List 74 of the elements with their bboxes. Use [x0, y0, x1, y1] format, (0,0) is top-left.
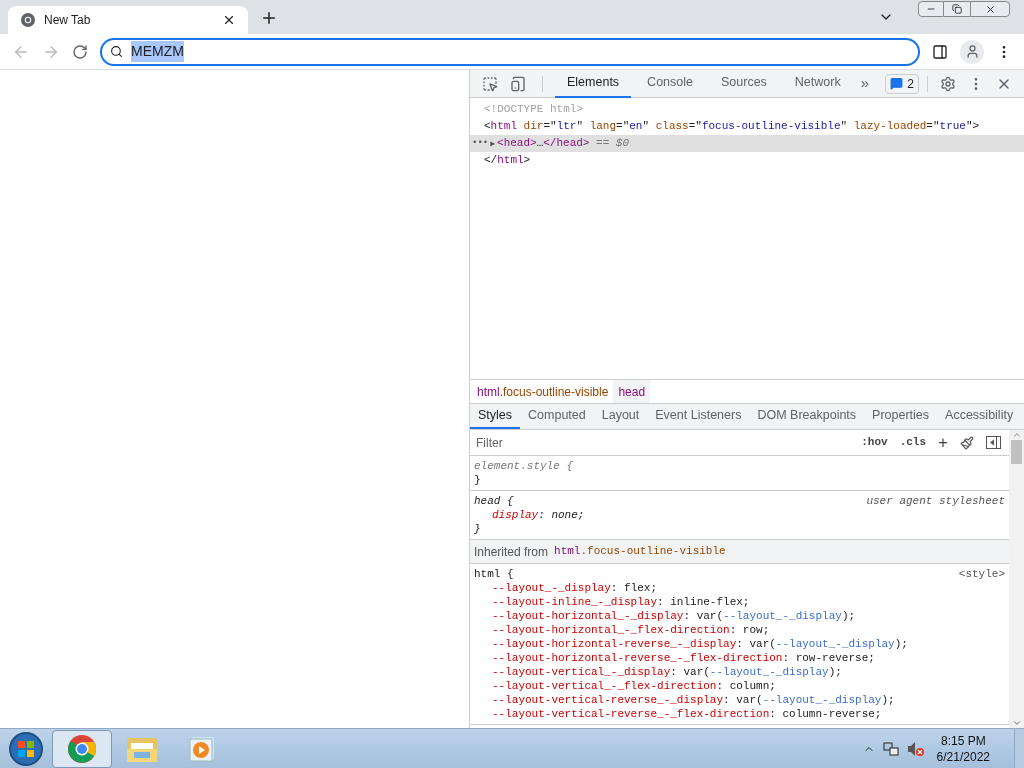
- settings-icon[interactable]: [940, 75, 956, 92]
- network-icon[interactable]: [882, 740, 899, 757]
- filter-field[interactable]: Filter: [470, 430, 854, 455]
- styles-tab[interactable]: Layout: [593, 404, 648, 429]
- devtools-tab[interactable]: Console: [635, 69, 705, 98]
- clock-time[interactable]: 8:15 PM: [940, 732, 986, 749]
- inherited-selector[interactable]: html.focus-outline-visible: [554, 543, 726, 560]
- close-window-button[interactable]: [970, 1, 1010, 17]
- browser-tab[interactable]: New Tab: [8, 6, 248, 34]
- css-line: --layout-vertical-reverse_-_flex-direction: column-reverse;: [492, 707, 882, 721]
- css-line: }: [474, 473, 481, 487]
- css-line: display: none;: [492, 508, 585, 522]
- sidebar-toggle-icon[interactable]: [986, 436, 1001, 449]
- css-line: }: [474, 522, 481, 536]
- taskbar-app[interactable]: [52, 729, 112, 768]
- clock-date[interactable]: 6/21/2022: [936, 748, 990, 765]
- css-line: --layout-horizontal_-_flex-direction: row;: [492, 623, 770, 637]
- css-line: element.style {: [474, 459, 574, 473]
- styles-tab[interactable]: Accessibility: [937, 404, 1022, 429]
- css-line: --layout_-_display: flex;: [492, 581, 658, 595]
- restore-button[interactable]: [944, 1, 970, 17]
- styles-tab[interactable]: Properties: [864, 404, 938, 429]
- close-icon[interactable]: [222, 13, 236, 27]
- css-line: head {: [474, 494, 514, 508]
- chrome-icon: [67, 733, 97, 764]
- css-line: --layout-inline_-_display: inline-flex;: [492, 595, 750, 609]
- css-line: --layout-horizontal-reverse_-_flex-direction: row-reverse;: [492, 651, 875, 665]
- chrome-icon: [20, 12, 36, 28]
- devtools-tab[interactable]: Sources: [709, 69, 779, 98]
- side-panel-icon[interactable]: [932, 43, 948, 60]
- devtools-tab[interactable]: Elements: [555, 69, 632, 98]
- scroll-down-icon[interactable]: [1011, 718, 1022, 728]
- close-icon: [984, 3, 996, 15]
- css-line: --layout-horizontal_-_display: var(--layout_-_display);: [492, 609, 856, 623]
- css-line: --layout-vertical_-_display: var(--layout_-_display);: [492, 665, 842, 679]
- restore-icon: [952, 4, 962, 14]
- breadcrumb[interactable]: head: [613, 380, 651, 403]
- devtools-tab[interactable]: Network: [782, 69, 853, 98]
- cls-button[interactable]: .cls: [899, 434, 927, 451]
- device-icon[interactable]: [510, 75, 526, 92]
- start-button[interactable]: [9, 731, 43, 766]
- dom-line[interactable]: <html dir="ltr" lang="en" class="focus-outline-visible" lazy-loaded="true">: [470, 118, 1024, 135]
- search-icon: [110, 45, 123, 58]
- reload-icon[interactable]: [72, 43, 88, 60]
- tab-title: New Tab: [44, 12, 92, 29]
- css-line: --layout-vertical_-_flex-direction: column;: [492, 679, 776, 693]
- windows-logo-icon: [17, 739, 35, 758]
- inspect-icon[interactable]: [482, 75, 498, 92]
- styles-tab[interactable]: Computed: [520, 404, 594, 429]
- more-tabs[interactable]: »: [860, 72, 870, 95]
- css-line: html {: [474, 567, 514, 581]
- dom-line[interactable]: </html>: [470, 152, 1024, 169]
- minimize-button[interactable]: [918, 1, 944, 17]
- styles-tab[interactable]: Styles: [470, 404, 521, 429]
- css-line: --layout-vertical-reverse_-_display: var(--layout_-_display);: [492, 693, 895, 707]
- rule-source[interactable]: <style>: [958, 567, 1005, 581]
- breadcrumb[interactable]: html.focus-outline-visible: [472, 380, 614, 403]
- paint-icon[interactable]: [960, 435, 974, 450]
- new-tab-icon[interactable]: [260, 9, 278, 27]
- muted-speaker-icon[interactable]: [906, 740, 925, 757]
- scrollbar[interactable]: [1009, 430, 1024, 728]
- hov-button[interactable]: :hov: [861, 434, 888, 451]
- address-field[interactable]: MEMZM: [100, 37, 920, 66]
- profile-icon[interactable]: [960, 39, 984, 64]
- issues-badge[interactable]: 2: [885, 73, 919, 94]
- styles-tab[interactable]: Event Listeners: [647, 404, 750, 429]
- styles-tab[interactable]: DOM Breakpoints: [749, 404, 865, 429]
- inherited-label: Inherited from: [474, 543, 549, 561]
- css-line: --layout-horizontal-reverse_-_display: var(--layout_-_display);: [492, 637, 908, 651]
- scrollbar-thumb[interactable]: [1011, 440, 1022, 464]
- new-rule-button[interactable]: +: [938, 430, 948, 456]
- media-player-icon: [189, 735, 215, 762]
- address-text: MEMZM: [131, 41, 184, 62]
- rule-source[interactable]: user agent stylesheet: [866, 494, 1005, 508]
